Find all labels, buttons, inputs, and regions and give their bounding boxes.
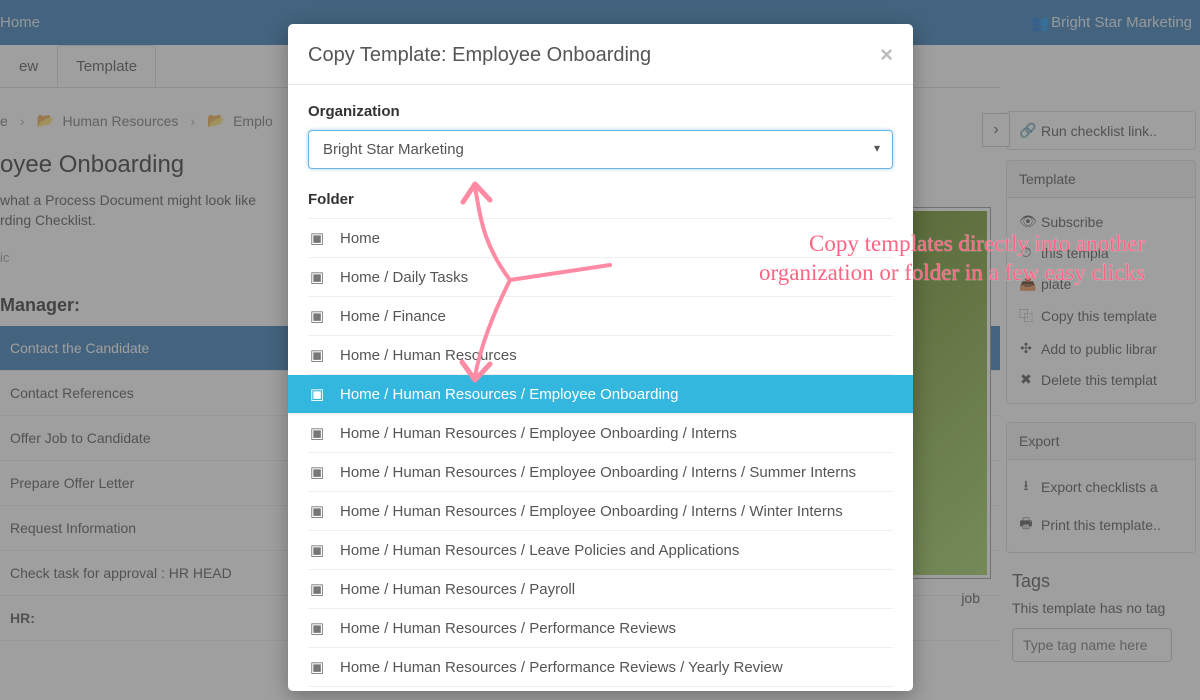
folder-open-icon: ▣ <box>310 229 328 247</box>
folder-open-icon: ▣ <box>310 658 328 676</box>
folder-open-icon: ▣ <box>310 268 328 286</box>
folder-open-icon: ▣ <box>310 502 328 520</box>
close-icon[interactable]: × <box>880 42 893 68</box>
folder-open-icon: ▣ <box>310 385 328 403</box>
folder-open-icon: ▣ <box>310 346 328 364</box>
folder-label: Folder <box>308 191 893 208</box>
folder-item[interactable]: ▣Home / Human Resources / Performance Re… <box>308 648 893 687</box>
organization-label: Organization <box>308 103 893 120</box>
folder-item[interactable]: ▣Home / Daily Tasks <box>308 258 893 297</box>
copy-template-modal: Copy Template: Employee Onboarding × Org… <box>288 24 913 691</box>
folder-item-selected[interactable]: ▣Home / Human Resources / Employee Onboa… <box>288 375 913 414</box>
modal-title: Copy Template: Employee Onboarding <box>308 44 651 67</box>
organization-select[interactable]: Bright Star Marketing <box>308 130 893 169</box>
organization-selected: Bright Star Marketing <box>323 141 464 158</box>
folder-item[interactable]: ▣Home / Finance <box>308 297 893 336</box>
folder-open-icon: ▣ <box>310 541 328 559</box>
folder-open-icon: ▣ <box>310 580 328 598</box>
folder-item[interactable]: ▣Home / Human Resources / Employee Onboa… <box>308 414 893 453</box>
folder-open-icon: ▣ <box>310 463 328 481</box>
folder-list: ▣Home ▣Home / Daily Tasks ▣Home / Financ… <box>308 218 893 687</box>
folder-item[interactable]: ▣Home / Human Resources / Employee Onboa… <box>308 492 893 531</box>
folder-item[interactable]: ▣Home <box>308 219 893 258</box>
folder-item[interactable]: ▣Home / Human Resources / Payroll <box>308 570 893 609</box>
folder-open-icon: ▣ <box>310 619 328 637</box>
folder-open-icon: ▣ <box>310 424 328 442</box>
folder-open-icon: ▣ <box>310 307 328 325</box>
folder-item[interactable]: ▣Home / Human Resources <box>308 336 893 375</box>
folder-item[interactable]: ▣Home / Human Resources / Employee Onboa… <box>308 453 893 492</box>
folder-item[interactable]: ▣Home / Human Resources / Leave Policies… <box>308 531 893 570</box>
folder-item[interactable]: ▣Home / Human Resources / Performance Re… <box>308 609 893 648</box>
